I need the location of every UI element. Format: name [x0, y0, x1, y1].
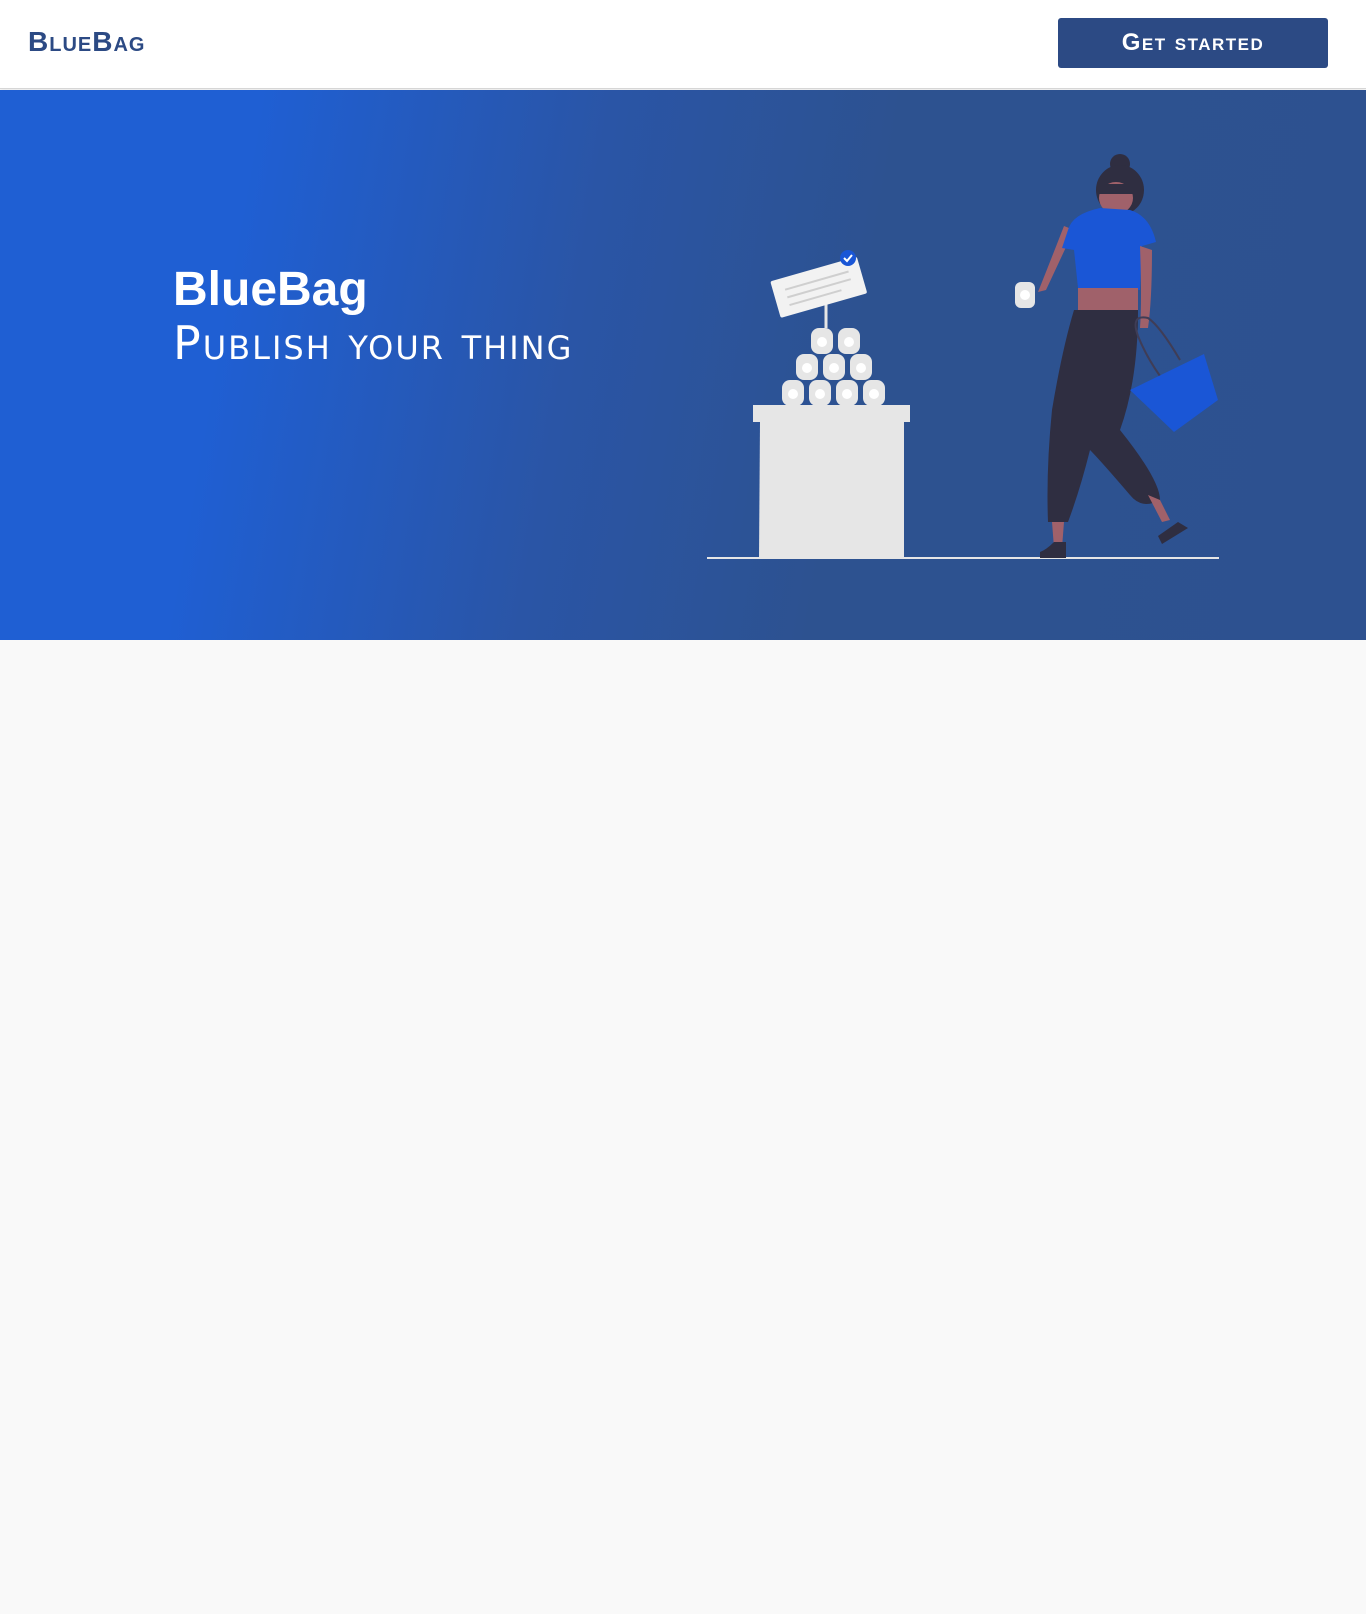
hero-banner: BlueBag Publish your thing	[0, 90, 1366, 640]
woman-figure	[1015, 154, 1218, 558]
check-badge-icon	[840, 250, 856, 266]
pedestal-top	[753, 405, 910, 422]
pedestal-body	[759, 422, 904, 558]
price-sign	[770, 257, 867, 318]
shopping-illustration	[707, 154, 1219, 559]
hero-subtitle: Publish your thing	[173, 316, 574, 370]
hero-title: BlueBag	[173, 263, 368, 316]
get-started-button[interactable]: Get started	[1058, 18, 1328, 68]
navbar: BlueBag Get started	[0, 0, 1366, 89]
shopping-bag-icon	[1130, 354, 1218, 432]
brand-logo[interactable]: BlueBag	[28, 26, 145, 58]
page-content	[0, 640, 1366, 1614]
